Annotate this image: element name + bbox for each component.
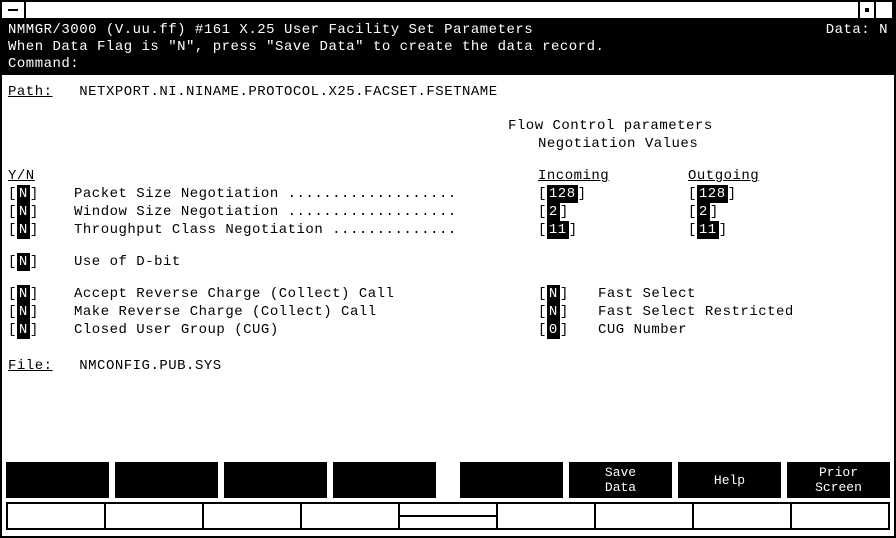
yn-field[interactable]: [N] xyxy=(8,203,39,221)
dbit-label: Use of D-bit xyxy=(74,253,538,271)
incoming-field[interactable]: [2 ] xyxy=(538,203,569,221)
opt-row-cug: [N] Closed User Group (CUG) [0 ] CUG Num… xyxy=(8,321,888,339)
status-bar xyxy=(6,502,890,530)
path-label: Path: xyxy=(8,84,53,100)
outgoing-field[interactable]: [2 ] xyxy=(688,203,719,221)
command-label: Command: xyxy=(8,56,888,73)
param-label: Window Size Negotiation ................… xyxy=(74,203,538,221)
status-cell xyxy=(204,504,302,528)
yn-field[interactable]: [N] xyxy=(8,221,39,239)
data-flag: Data: N xyxy=(826,22,888,39)
yn-field[interactable]: [N] xyxy=(538,285,569,303)
screen-header: NMMGR/3000 (V.uu.ff) #161 X.25 User Faci… xyxy=(2,20,894,75)
flow-subheading: Negotiation Values xyxy=(8,135,888,153)
window-titlebar xyxy=(2,2,894,20)
fkey-f4[interactable] xyxy=(333,462,436,498)
param-label: Throughput Class Negotiation ...........… xyxy=(74,221,538,239)
path-line: Path: NETXPORT.NI.NINAME.PROTOCOL.X25.FA… xyxy=(8,83,888,101)
opt-row-accept-reverse: [N] Accept Reverse Charge (Collect) Call… xyxy=(8,285,888,303)
window-maximize-icon[interactable] xyxy=(876,2,894,18)
status-cell xyxy=(792,504,888,528)
yn-header: Y/N xyxy=(8,168,35,184)
param-row-packet: [N] Packet Size Negotiation ............… xyxy=(8,185,888,203)
yn-field[interactable]: [N] xyxy=(8,303,39,321)
window-menu-icon[interactable] xyxy=(2,2,26,18)
status-cell xyxy=(8,504,106,528)
column-headers: Y/N Incoming Outgoing xyxy=(8,167,888,185)
file-value: NMCONFIG.PUB.SYS xyxy=(79,358,221,374)
window-minimize-icon[interactable] xyxy=(858,2,876,18)
fkey-f1[interactable] xyxy=(6,462,109,498)
fkey-prior-screen[interactable]: Prior Screen xyxy=(787,462,890,498)
fkey-save-data[interactable]: Save Data xyxy=(569,462,672,498)
yn-field[interactable]: [N] xyxy=(8,285,39,303)
path-value: NETXPORT.NI.NINAME.PROTOCOL.X25.FACSET.F… xyxy=(79,84,497,100)
flow-heading: Flow Control parameters xyxy=(8,117,888,135)
param-row-window: [N] Window Size Negotiation ............… xyxy=(8,203,888,221)
yn-field[interactable]: [N] xyxy=(8,253,39,271)
outgoing-field[interactable]: [11] xyxy=(688,221,728,239)
fkey-help[interactable]: Help xyxy=(678,462,781,498)
yn-field[interactable]: [N] xyxy=(8,321,39,339)
instruction-text: When Data Flag is "N", press "Save Data"… xyxy=(8,39,888,56)
fkey-f5[interactable] xyxy=(460,462,563,498)
content-area: NMMGR/3000 (V.uu.ff) #161 X.25 User Faci… xyxy=(2,20,894,375)
outgoing-field[interactable]: [128 ] xyxy=(688,185,737,203)
screen-title: NMMGR/3000 (V.uu.ff) #161 X.25 User Faci… xyxy=(8,22,533,39)
cug-number-field[interactable]: [0 ] xyxy=(538,321,569,339)
dbit-row: [N] Use of D-bit xyxy=(8,253,888,271)
file-label: File: xyxy=(8,358,53,374)
status-mid xyxy=(400,504,498,528)
fkey-f2[interactable] xyxy=(115,462,218,498)
titlebar-spacer xyxy=(26,2,858,18)
status-cell xyxy=(596,504,694,528)
incoming-field[interactable]: [128 ] xyxy=(538,185,587,203)
opt-label: Accept Reverse Charge (Collect) Call xyxy=(74,285,538,303)
status-cell xyxy=(694,504,792,528)
outgoing-header: Outgoing xyxy=(688,168,759,184)
opt-label: Fast Select xyxy=(598,285,888,303)
yn-field[interactable]: [N] xyxy=(538,303,569,321)
opt-label: Fast Select Restricted xyxy=(598,303,888,321)
opt-label: Closed User Group (CUG) xyxy=(74,321,538,339)
status-cell xyxy=(498,504,596,528)
status-cell xyxy=(106,504,204,528)
status-cell xyxy=(302,504,400,528)
param-label: Packet Size Negotiation ................… xyxy=(74,185,538,203)
incoming-field[interactable]: [11] xyxy=(538,221,578,239)
opt-label: CUG Number xyxy=(598,321,888,339)
fkey-f3[interactable] xyxy=(224,462,327,498)
body-area: Path: NETXPORT.NI.NINAME.PROTOCOL.X25.FA… xyxy=(2,75,894,375)
opt-label: Make Reverse Charge (Collect) Call xyxy=(74,303,538,321)
terminal-window: NMMGR/3000 (V.uu.ff) #161 X.25 User Faci… xyxy=(0,0,896,538)
function-keys: Save Data Help Prior Screen xyxy=(6,462,890,498)
yn-field[interactable]: [N] xyxy=(8,185,39,203)
opt-row-make-reverse: [N] Make Reverse Charge (Collect) Call [… xyxy=(8,303,888,321)
incoming-header: Incoming xyxy=(538,168,609,184)
file-line: File: NMCONFIG.PUB.SYS xyxy=(8,357,888,375)
param-row-throughput: [N] Throughput Class Negotiation .......… xyxy=(8,221,888,239)
